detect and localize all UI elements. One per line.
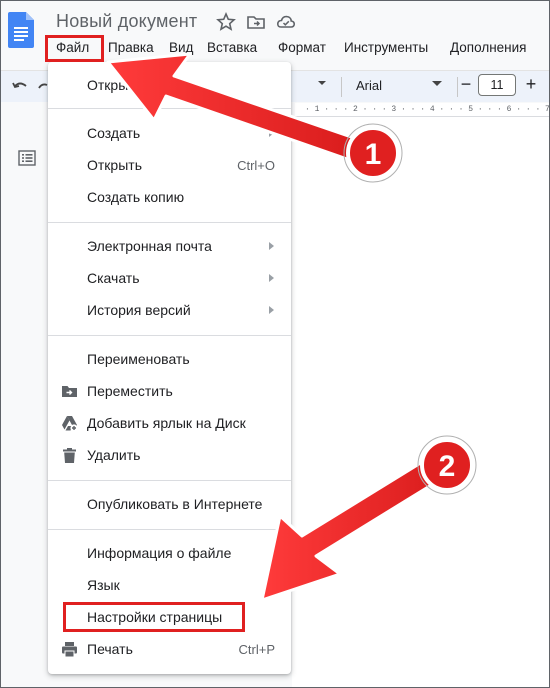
submenu-arrow-icon: [269, 306, 274, 314]
menu-item-publish[interactable]: Опубликовать в Интернете: [48, 489, 291, 519]
menu-item-label: Создать: [87, 125, 141, 141]
menu-item-label: Скачать: [87, 270, 140, 286]
move-folder-icon: [62, 386, 77, 397]
menu-item-email[interactable]: Электронная почта: [48, 231, 291, 261]
menu-item-label: Создать копию: [87, 189, 185, 205]
menu-item-open[interactable]: Открыть Ctrl+O: [48, 150, 291, 180]
menu-item-label: Язык: [87, 577, 120, 593]
undo-icon[interactable]: [11, 78, 29, 96]
font-dropdown-caret-icon[interactable]: [432, 81, 442, 86]
menu-item-version-history[interactable]: История версий: [48, 295, 291, 325]
print-icon: [62, 642, 77, 658]
menu-separator: [48, 529, 291, 530]
menu-shortcut: Ctrl+O: [237, 158, 275, 173]
file-menu-dropdown: Открыть Создать Открыть Ctrl+O Создать к…: [48, 62, 291, 674]
drive-shortcut-icon: [62, 416, 78, 432]
menu-item-label: Добавить ярлык на Диск: [87, 415, 246, 431]
menu-tools[interactable]: Инструменты: [340, 38, 432, 57]
menu-separator: [48, 335, 291, 336]
menu-separator: [48, 480, 291, 481]
menu-view[interactable]: Вид: [165, 38, 197, 57]
document-outline-icon[interactable]: [18, 150, 36, 166]
menu-item-language[interactable]: Язык: [48, 570, 291, 600]
ruler-ticks: · 1 · · · 2 · · · 3 · · · 4 · · · 5 · · …: [305, 105, 550, 114]
menu-item-add-shortcut[interactable]: Добавить ярлык на Диск: [48, 408, 291, 438]
menu-item-download[interactable]: Скачать: [48, 263, 291, 293]
submenu-arrow-icon: [269, 129, 274, 137]
menu-item-delete[interactable]: Удалить: [48, 440, 291, 470]
menu-item-label: Переместить: [87, 383, 173, 399]
font-size-input[interactable]: 11: [478, 74, 516, 96]
menu-insert[interactable]: Вставка: [203, 38, 261, 57]
menu-addons[interactable]: Дополнения: [446, 38, 530, 57]
docs-logo-icon[interactable]: [8, 12, 34, 48]
document-page[interactable]: [292, 117, 550, 688]
menu-item-page-setup[interactable]: Настройки страницы: [48, 602, 291, 632]
menu-item-label: Настройки страницы: [87, 609, 223, 625]
menu-item-label: Удалить: [87, 447, 141, 463]
menu-separator: [48, 222, 291, 223]
font-select[interactable]: Arial: [352, 75, 448, 97]
star-icon[interactable]: [216, 12, 236, 32]
menu-separator: [48, 108, 291, 109]
menu-file[interactable]: Файл: [52, 38, 93, 57]
menu-format[interactable]: Формат: [274, 38, 330, 57]
menu-shortcut: Ctrl+P: [238, 642, 275, 657]
menu-item-label: История версий: [87, 302, 191, 318]
menu-item-move[interactable]: Переместить: [48, 376, 291, 406]
menu-item-file-info[interactable]: Информация о файле: [48, 538, 291, 568]
menu-item-print[interactable]: Печать Ctrl+P: [48, 634, 291, 664]
menu-item-label: Электронная почта: [87, 238, 212, 254]
menu-item-label: Открыть: [87, 157, 142, 173]
cloud-status-icon[interactable]: [276, 12, 296, 32]
style-dropdown-caret-icon[interactable]: [318, 81, 326, 85]
submenu-arrow-icon: [269, 242, 274, 250]
document-title[interactable]: Новый документ: [56, 11, 197, 32]
font-size-decrease-button[interactable]: −: [456, 74, 476, 94]
font-size-increase-button[interactable]: +: [521, 74, 541, 94]
toolbar-separator: [341, 77, 342, 97]
trash-icon: [63, 448, 76, 463]
menu-item-label: Информация о файле: [87, 545, 232, 561]
move-folder-icon[interactable]: [246, 12, 266, 32]
menu-item-label: Переименовать: [87, 351, 190, 367]
submenu-arrow-icon: [269, 274, 274, 282]
menu-item-label: Опубликовать в Интернете: [87, 496, 263, 512]
menu-item-rename[interactable]: Переименовать: [48, 344, 291, 374]
menu-edit[interactable]: Правка: [104, 38, 158, 57]
horizontal-ruler[interactable]: · 1 · · · 2 · · · 3 · · · 4 · · · 5 · · …: [295, 103, 550, 117]
menu-item-label: Печать: [87, 641, 133, 657]
menu-item-label: Открыть: [87, 77, 142, 93]
menu-item-share[interactable]: Открыть: [48, 70, 291, 100]
menu-item-make-copy[interactable]: Создать копию: [48, 182, 291, 212]
menu-item-new[interactable]: Создать: [48, 118, 291, 148]
